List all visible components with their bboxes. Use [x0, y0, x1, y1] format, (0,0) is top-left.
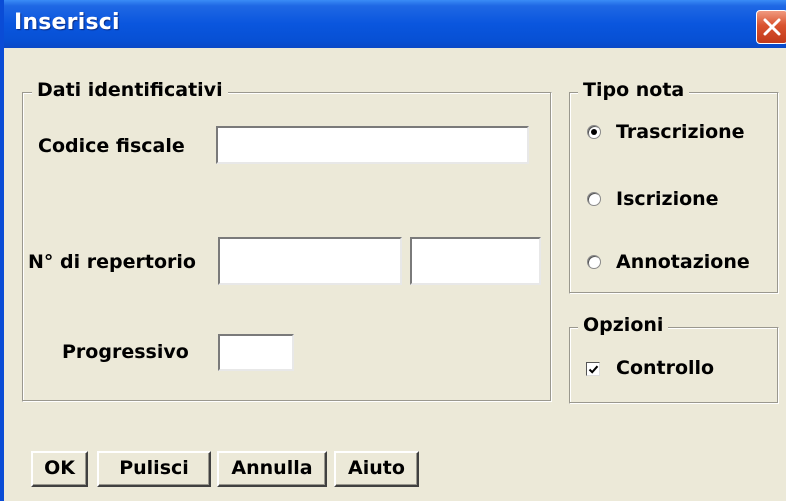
- dialog-window: Inserisci Dati identificativi Codice fis…: [0, 0, 786, 501]
- checkmark-icon: [588, 365, 599, 374]
- title-bar[interactable]: Inserisci: [4, 0, 786, 48]
- controllo-label: Controllo: [616, 357, 715, 379]
- radio-button[interactable]: [587, 192, 601, 206]
- radio-button[interactable]: [587, 255, 601, 269]
- radio-dot: [591, 129, 597, 135]
- repertorio-input-1[interactable]: [218, 237, 402, 285]
- ok-button[interactable]: OK: [31, 451, 88, 487]
- close-button[interactable]: [756, 10, 786, 44]
- opzioni-legend: Opzioni: [578, 313, 669, 337]
- progressivo-input[interactable]: [218, 334, 294, 371]
- radio-label: Trascrizione: [616, 121, 745, 143]
- close-icon: [763, 18, 781, 36]
- annulla-button[interactable]: Annulla: [217, 451, 327, 487]
- dati-identificativi-legend: Dati identificativi: [32, 78, 228, 102]
- radio-label: Annotazione: [616, 251, 750, 273]
- controllo-checkbox[interactable]: [586, 362, 600, 376]
- codice-fiscale-input[interactable]: [216, 126, 529, 164]
- progressivo-label: Progressivo: [62, 341, 189, 363]
- codice-fiscale-label: Codice fiscale: [38, 135, 185, 157]
- repertorio-label: N° di repertorio: [28, 251, 196, 273]
- aiuto-button[interactable]: Aiuto: [334, 451, 419, 487]
- tipo-nota-legend: Tipo nota: [578, 78, 690, 102]
- window-title: Inserisci: [14, 10, 120, 35]
- radio-label: Iscrizione: [616, 188, 719, 210]
- repertorio-input-2[interactable]: [410, 237, 541, 285]
- radio-button[interactable]: [587, 125, 601, 139]
- pulisci-button[interactable]: Pulisci: [97, 451, 211, 487]
